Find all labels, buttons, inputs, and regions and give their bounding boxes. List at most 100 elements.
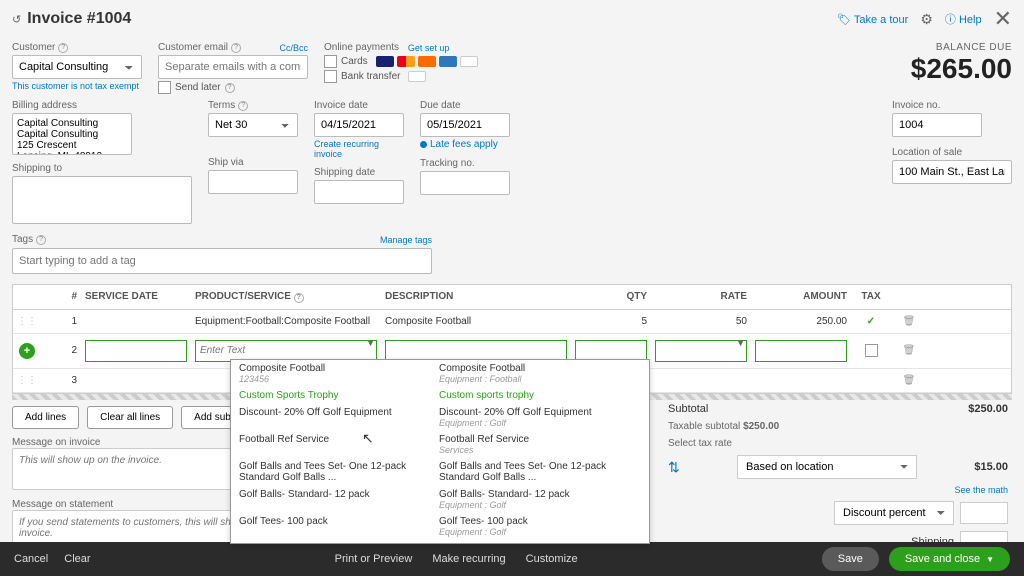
page-title: Invoice #1004 [27, 10, 131, 28]
invoicedate-input[interactable] [314, 113, 404, 137]
billing-textarea[interactable]: Capital Consulting Capital Consulting 12… [12, 113, 132, 155]
payments-label: Online payments [324, 42, 399, 53]
dropdown-item[interactable]: Discount- 20% Off Golf EquipmentDiscount… [231, 404, 649, 431]
table-row: ⋮⋮ 1 Equipment:Football:Composite Footba… [13, 310, 1011, 334]
tags-input[interactable] [12, 248, 432, 274]
taxrate-label: Select tax rate [668, 438, 732, 449]
terms-select[interactable]: Net 30 [208, 113, 298, 137]
tracking-input[interactable] [420, 171, 510, 195]
discount-select[interactable]: Discount percent [834, 501, 954, 525]
servicedate-input[interactable] [85, 340, 187, 362]
row-amount[interactable]: 250.00 [751, 310, 851, 333]
dropdown-item[interactable]: Golf Balls- Standard- 12 packGolf Balls-… [231, 486, 649, 513]
customer-exempt-link[interactable]: This customer is not tax exempt [12, 81, 142, 91]
shipdate-input[interactable] [314, 180, 404, 204]
invoiceno-input[interactable] [892, 113, 982, 137]
customize-button[interactable]: Customize [526, 553, 578, 565]
trash-icon[interactable]: 🗑 [891, 310, 927, 333]
recurring-link[interactable]: Create recurring invoice [314, 139, 404, 159]
trash-icon[interactable]: 🗑 [891, 369, 927, 392]
terms-label: Terms? [208, 100, 298, 111]
help-icon[interactable]: ? [225, 83, 235, 93]
row-num: 2 [41, 339, 81, 362]
history-icon: ↺ [12, 13, 21, 26]
latefee-link[interactable]: Late fees apply [420, 139, 510, 150]
sort-icon[interactable]: ⇅ [668, 459, 680, 476]
bank-icon [408, 71, 426, 82]
dropdown-item[interactable]: Custom Sports TrophyCustom sports trophy [231, 387, 649, 404]
product-dropdown[interactable]: Composite Football123456Composite Footba… [230, 359, 650, 544]
tracking-label: Tracking no. [420, 158, 510, 169]
save-button[interactable]: Save [822, 547, 879, 571]
chevron-down-icon[interactable]: ▼ [366, 338, 375, 348]
col-tax: TAX [851, 285, 891, 308]
col-amount: AMOUNT [751, 285, 851, 308]
clear-button[interactable]: Clear [64, 553, 90, 565]
row-rate[interactable]: 50 [651, 310, 751, 333]
row-num: 1 [41, 310, 81, 333]
duedate-input[interactable] [420, 113, 510, 137]
close-icon[interactable]: ✕ [994, 6, 1012, 32]
col-qty: QTY [571, 285, 651, 308]
help-icon[interactable]: ? [231, 43, 241, 53]
help-link[interactable]: ⓘ Help [945, 11, 982, 27]
drag-handle-icon[interactable]: ⋮⋮ [13, 369, 41, 392]
add-row-icon[interactable]: + [19, 343, 35, 359]
email-input[interactable] [158, 55, 308, 79]
gear-icon[interactable]: ⚙ [920, 11, 933, 28]
row-qty[interactable]: 5 [571, 310, 651, 333]
ccbcc-link[interactable]: Cc/Bcc [279, 43, 308, 53]
col-desc: DESCRIPTION [381, 285, 571, 308]
dropdown-item[interactable]: Hooded Sweatshirt- One size- BlackHooded… [231, 540, 649, 544]
subtotal-label: Subtotal [668, 403, 708, 415]
help-icon[interactable]: ? [36, 235, 46, 245]
shipto-textarea[interactable] [12, 176, 192, 224]
dropdown-item[interactable]: Football Ref ServiceFootball Ref Service… [231, 431, 649, 458]
dropdown-item[interactable]: Golf Tees- 100 packGolf Tees- 100 packEq… [231, 513, 649, 540]
invoicedate-label: Invoice date [314, 100, 404, 111]
recurring-button[interactable]: Make recurring [432, 553, 505, 565]
take-tour-link[interactable]: 🏷 Take a tour [837, 13, 908, 26]
shipvia-input[interactable] [208, 170, 298, 194]
tax-checkbox[interactable] [865, 344, 878, 357]
seemath-link[interactable]: See the math [954, 485, 1008, 495]
help-icon[interactable]: ? [294, 293, 304, 303]
tax-amount: $15.00 [974, 461, 1008, 473]
col-num: # [41, 285, 81, 308]
rate-input[interactable] [655, 340, 747, 362]
shipvia-label: Ship via [208, 157, 298, 168]
col-product: PRODUCT/SERVICE ? [191, 285, 381, 309]
taxrate-select[interactable]: Based on location [737, 455, 917, 479]
chevron-down-icon[interactable]: ▼ [986, 555, 994, 564]
cancel-button[interactable]: Cancel [14, 553, 48, 565]
save-close-button[interactable]: Save and close▼ [889, 547, 1010, 571]
tags-label: Tags [12, 234, 33, 245]
sendlater-checkbox[interactable] [158, 81, 171, 94]
manage-tags-link[interactable]: Manage tags [380, 235, 432, 245]
print-button[interactable]: Print or Preview [335, 553, 413, 565]
drag-handle-icon[interactable]: ⋮⋮ [13, 310, 41, 333]
amount-input[interactable] [755, 340, 847, 362]
card-brand-icons [376, 56, 478, 67]
discount-input[interactable] [960, 502, 1008, 524]
customer-label: Customer? [12, 42, 142, 53]
col-rate: RATE [651, 285, 751, 308]
location-input[interactable] [892, 160, 1012, 184]
customer-select[interactable]: Capital Consulting [12, 55, 142, 79]
payments-setup-link[interactable]: Get set up [408, 43, 450, 53]
row-desc[interactable]: Composite Football [381, 310, 571, 333]
billing-label: Billing address [12, 100, 192, 111]
row-product[interactable]: Equipment:Football:Composite Football [191, 310, 381, 333]
chevron-down-icon[interactable]: ▼ [736, 338, 745, 348]
dropdown-item[interactable]: Golf Balls and Tees Set- One 12-pack Sta… [231, 458, 649, 486]
trash-icon[interactable]: 🗑 [891, 339, 927, 362]
dropdown-item[interactable]: Composite Football123456Composite Footba… [231, 360, 649, 387]
add-lines-button[interactable]: Add lines [12, 406, 79, 429]
help-icon[interactable]: ? [238, 101, 248, 111]
tax-check-icon[interactable]: ✓ [851, 310, 891, 333]
help-icon[interactable]: ? [58, 43, 68, 53]
cards-checkbox[interactable] [324, 55, 337, 68]
location-label: Location of sale [892, 147, 1012, 158]
bank-checkbox[interactable] [324, 70, 337, 83]
clear-lines-button[interactable]: Clear all lines [87, 406, 173, 429]
